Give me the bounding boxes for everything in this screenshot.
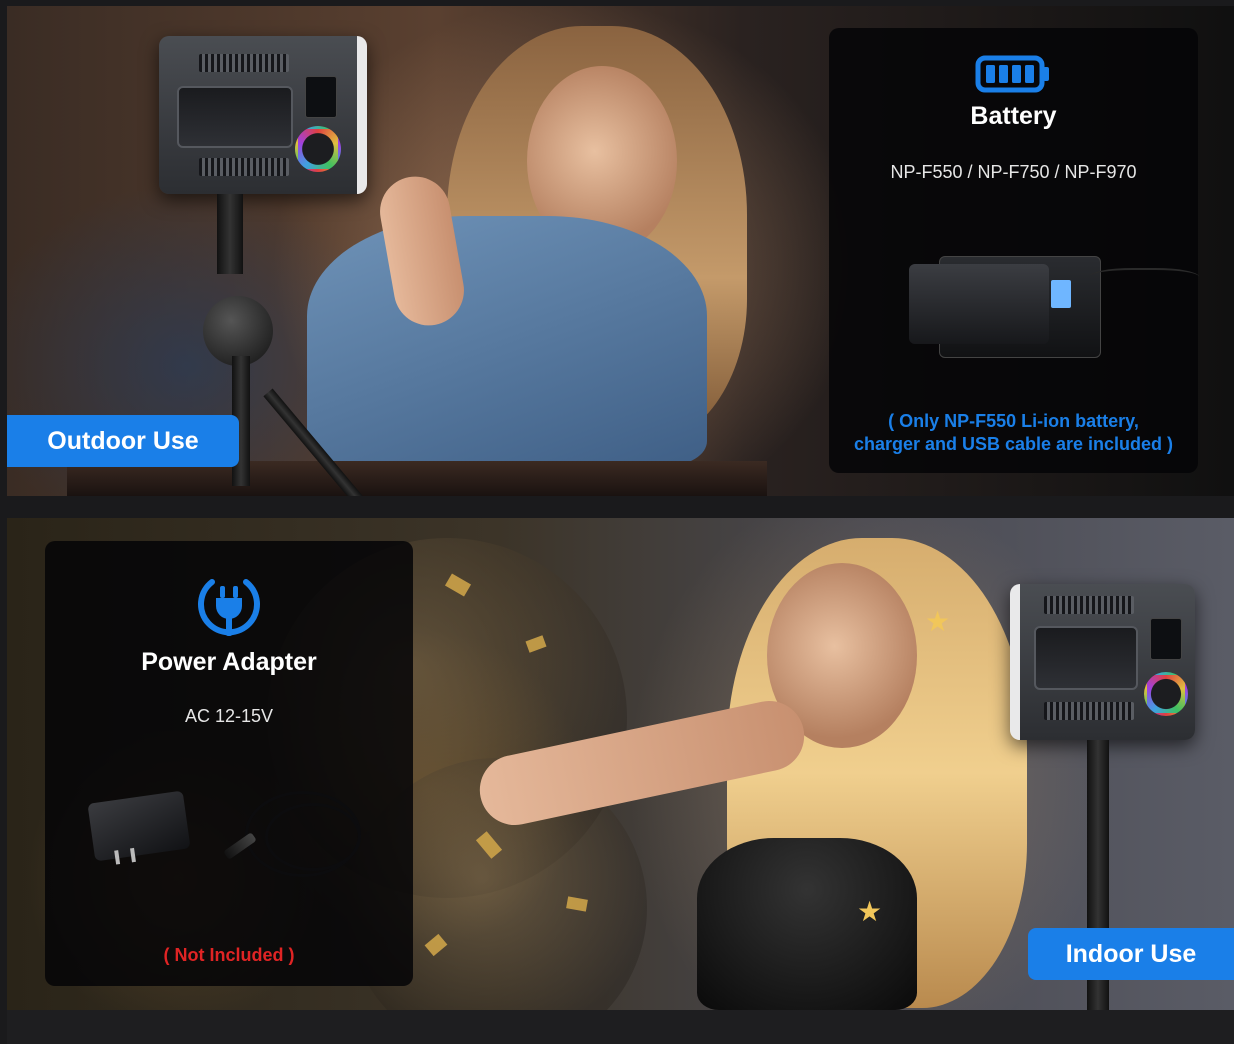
tripod-mount <box>217 194 243 274</box>
vents-top <box>199 54 289 72</box>
gold-star: ★ <box>857 895 883 928</box>
indoor-use-label: Indoor Use <box>1028 928 1234 980</box>
vents-top <box>1044 596 1134 614</box>
vents-bottom <box>199 158 289 176</box>
vents-bottom <box>1044 702 1134 720</box>
power-adapter-title: Power Adapter <box>141 648 317 676</box>
bottom-strip <box>7 1010 1234 1044</box>
battery-card: Battery NP-F550 / NP-F750 / NP-F970 ( On… <box>829 28 1199 473</box>
adapter-not-included-note: ( Not Included ) <box>163 945 295 965</box>
control-dial <box>295 126 341 172</box>
power-adapter-card: Power Adapter AC 12-15V ( Not Included ) <box>45 541 413 986</box>
np-f550-battery <box>909 264 1049 344</box>
denim-jacket <box>307 216 707 466</box>
lcd-screen <box>1150 618 1182 660</box>
outdoor-use-label: Outdoor Use <box>7 415 239 467</box>
adapter-cable-coil <box>265 803 361 871</box>
power-plug-icon <box>198 579 260 636</box>
gold-star: ★ <box>925 605 951 638</box>
power-adapter-spec: AC 12-15V <box>184 706 274 726</box>
charger-lcd <box>1051 280 1071 308</box>
battery-included-note: ( Only NP-F550 Li-ion battery, charger a… <box>829 410 1198 456</box>
sequin-dress <box>697 838 917 1010</box>
battery-spec: NP-F550 / NP-F750 / NP-F970 <box>890 162 1137 182</box>
battery-note-line1: ( Only NP-F550 Li-ion battery, <box>888 411 1139 431</box>
usb-cable <box>1089 268 1199 290</box>
battery-title: Battery <box>970 102 1057 130</box>
battery-slot <box>177 86 293 148</box>
led-light-panel <box>1010 584 1195 740</box>
lcd-screen <box>305 76 337 118</box>
battery-icon <box>975 55 1049 93</box>
led-light-panel <box>159 36 367 194</box>
battery-slot <box>1034 626 1138 690</box>
ac-adapter-brick <box>87 790 191 865</box>
adapter-prong <box>130 847 136 863</box>
adapter-prong <box>114 850 121 865</box>
control-dial <box>1144 672 1188 716</box>
battery-note-line2: charger and USB cable are included ) <box>853 434 1174 454</box>
